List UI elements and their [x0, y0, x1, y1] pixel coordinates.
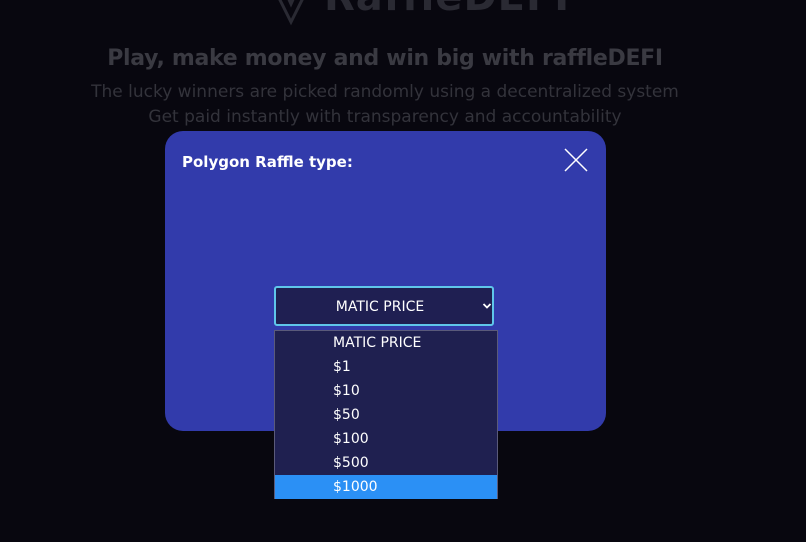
background-logo: RaffleDEFI — [262, 0, 569, 26]
select-dropdown-list: MATIC PRICE $1 $10 $50 $100 $500 $1000 — [274, 330, 498, 499]
close-button[interactable] — [563, 147, 589, 173]
option-50-dollars[interactable]: $50 — [275, 403, 497, 427]
hero-title: Play, make money and win big with raffle… — [107, 46, 663, 71]
hero-subtitle-1: The lucky winners are picked randomly us… — [91, 82, 679, 102]
raffle-logo-icon — [278, 0, 304, 26]
option-1-dollar[interactable]: $1 — [275, 355, 497, 379]
modal-title: Polygon Raffle type: — [182, 153, 353, 171]
hero-subtitle-2: Get paid instantly with transparency and… — [148, 107, 622, 127]
option-500-dollars[interactable]: $500 — [275, 451, 497, 475]
option-10-dollars[interactable]: $10 — [275, 379, 497, 403]
matic-price-select[interactable]: MATIC PRICE — [274, 286, 494, 326]
background-logo-text: RaffleDEFI — [324, 0, 570, 20]
option-1000-dollars[interactable]: $1000 — [275, 475, 497, 499]
select-current-value: MATIC PRICE — [335, 299, 425, 315]
option-100-dollars[interactable]: $100 — [275, 427, 497, 451]
close-icon — [564, 148, 588, 172]
option-matic-price[interactable]: MATIC PRICE — [275, 331, 497, 355]
chevron-down-icon — [482, 303, 492, 309]
